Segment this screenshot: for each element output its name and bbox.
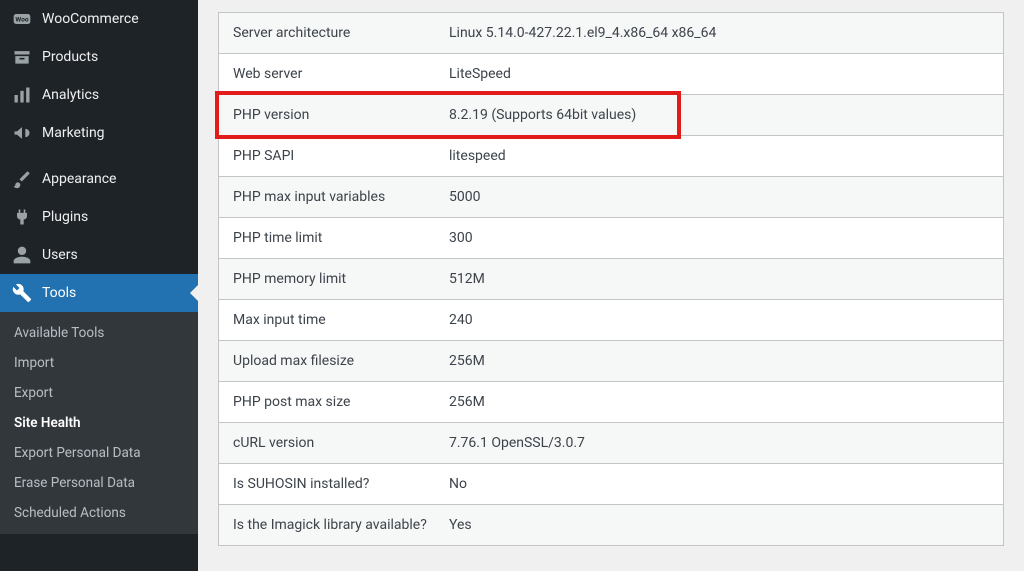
row-label: PHP version — [233, 107, 449, 123]
submenu-scheduled-actions[interactable]: Scheduled Actions — [0, 498, 198, 528]
row-label: Server architecture — [233, 25, 449, 41]
megaphone-icon — [12, 123, 32, 143]
sidebar-item-label: Marketing — [42, 125, 105, 141]
table-row: PHP time limit 300 — [219, 218, 1003, 259]
row-value: 300 — [449, 230, 989, 246]
sidebar-item-label: Users — [42, 247, 78, 263]
row-value: 240 — [449, 312, 989, 328]
woo-icon: Woo — [12, 9, 32, 29]
table-row: PHP memory limit 512M — [219, 259, 1003, 300]
server-info-table: Server architecture Linux 5.14.0-427.22.… — [218, 12, 1004, 546]
row-value: 8.2.19 (Supports 64bit values) — [449, 107, 989, 123]
row-label: Is the Imagick library available? — [233, 517, 449, 533]
archive-icon — [12, 47, 32, 67]
submenu-erase-personal-data[interactable]: Erase Personal Data — [0, 468, 198, 498]
table-row: Upload max filesize 256M — [219, 341, 1003, 382]
sidebar-item-analytics[interactable]: Analytics — [0, 76, 198, 114]
sidebar-item-label: Tools — [42, 285, 76, 301]
sidebar-item-appearance[interactable]: Appearance — [0, 160, 198, 198]
sidebar-item-woocommerce[interactable]: Woo WooCommerce — [0, 0, 198, 38]
submenu-site-health[interactable]: Site Health — [0, 408, 198, 438]
row-value: No — [449, 476, 989, 492]
row-label: PHP max input variables — [233, 189, 449, 205]
row-value: 256M — [449, 394, 989, 410]
table-row: cURL version 7.76.1 OpenSSL/3.0.7 — [219, 423, 1003, 464]
row-label: Is SUHOSIN installed? — [233, 476, 449, 492]
submenu-available-tools[interactable]: Available Tools — [0, 318, 198, 348]
row-value: Yes — [449, 517, 989, 533]
brush-icon — [12, 169, 32, 189]
submenu-export-personal-data[interactable]: Export Personal Data — [0, 438, 198, 468]
sidebar-item-label: Products — [42, 49, 98, 65]
sidebar-item-label: Plugins — [42, 209, 88, 225]
wrench-icon — [12, 283, 32, 303]
sidebar-item-label: Appearance — [42, 171, 116, 187]
row-value: litespeed — [449, 148, 989, 164]
row-label: Max input time — [233, 312, 449, 328]
sidebar-item-plugins[interactable]: Plugins — [0, 198, 198, 236]
table-row-php-version: PHP version 8.2.19 (Supports 64bit value… — [219, 95, 1003, 136]
submenu-export[interactable]: Export — [0, 378, 198, 408]
table-row: PHP max input variables 5000 — [219, 177, 1003, 218]
table-row: Is SUHOSIN installed? No — [219, 464, 1003, 505]
row-label: PHP post max size — [233, 394, 449, 410]
row-value: LiteSpeed — [449, 66, 989, 82]
submenu-import[interactable]: Import — [0, 348, 198, 378]
row-label: PHP time limit — [233, 230, 449, 246]
user-icon — [12, 245, 32, 265]
main-content: Server architecture Linux 5.14.0-427.22.… — [198, 0, 1024, 571]
sidebar-item-label: WooCommerce — [42, 11, 139, 27]
row-value: 256M — [449, 353, 989, 369]
sidebar-item-label: Analytics — [42, 87, 99, 103]
bars-icon — [12, 85, 32, 105]
table-row: Is the Imagick library available? Yes — [219, 505, 1003, 545]
row-label: Upload max filesize — [233, 353, 449, 369]
row-label: PHP SAPI — [233, 148, 449, 164]
sidebar-item-products[interactable]: Products — [0, 38, 198, 76]
table-row: Web server LiteSpeed — [219, 54, 1003, 95]
table-row: PHP SAPI litespeed — [219, 136, 1003, 177]
row-label: cURL version — [233, 435, 449, 451]
row-value: 512M — [449, 271, 989, 287]
sidebar-item-users[interactable]: Users — [0, 236, 198, 274]
table-row: PHP post max size 256M — [219, 382, 1003, 423]
tools-submenu: Available Tools Import Export Site Healt… — [0, 312, 198, 534]
admin-sidebar: Woo WooCommerce Products Analytics Marke… — [0, 0, 198, 571]
table-row: Max input time 240 — [219, 300, 1003, 341]
row-label: Web server — [233, 66, 449, 82]
sidebar-separator — [0, 152, 198, 160]
sidebar-item-tools[interactable]: Tools — [0, 274, 198, 312]
row-value: Linux 5.14.0-427.22.1.el9_4.x86_64 x86_6… — [449, 25, 989, 41]
plug-icon — [12, 207, 32, 227]
svg-text:Woo: Woo — [15, 16, 28, 24]
row-value: 5000 — [449, 189, 989, 205]
sidebar-item-marketing[interactable]: Marketing — [0, 114, 198, 152]
table-row: Server architecture Linux 5.14.0-427.22.… — [219, 13, 1003, 54]
row-value: 7.76.1 OpenSSL/3.0.7 — [449, 435, 989, 451]
row-label: PHP memory limit — [233, 271, 449, 287]
